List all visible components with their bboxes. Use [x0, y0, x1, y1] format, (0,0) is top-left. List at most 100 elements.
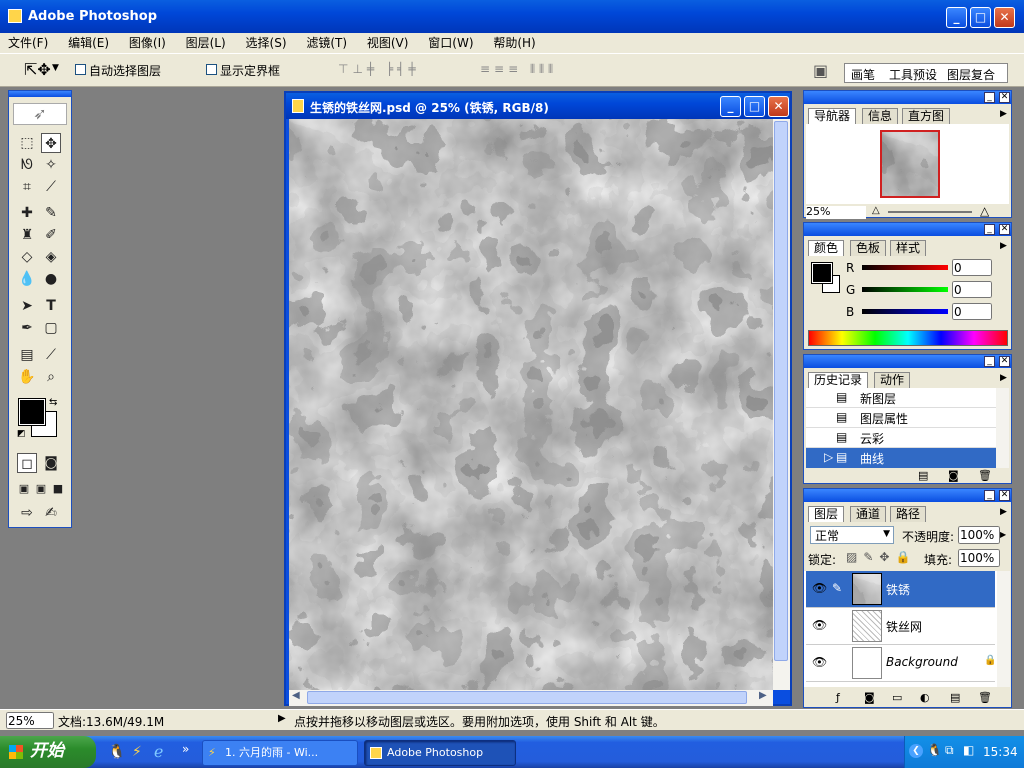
jump-to-imageready-icon[interactable]: ⇨: [17, 503, 37, 523]
scroll-left-icon[interactable]: ◀: [292, 690, 300, 701]
history-brush-tool-icon[interactable]: ✐: [41, 225, 61, 245]
marquee-tool-icon[interactable]: ⬚: [17, 133, 37, 153]
tab-histogram[interactable]: 直方图: [902, 108, 951, 124]
tab-styles[interactable]: 样式: [890, 240, 927, 256]
color-close-icon[interactable]: ✕: [999, 224, 1010, 235]
list-item[interactable]: ▤ 新图层: [806, 388, 996, 408]
color-spectrum-ramp[interactable]: [808, 330, 1008, 346]
tab-swatches[interactable]: 色板: [850, 240, 887, 256]
distribute-icons[interactable]: ≡≡≡ ⫴⫴⫴: [480, 62, 557, 77]
doc-minimize-button[interactable]: _: [720, 96, 741, 117]
channel-b-input[interactable]: [952, 303, 992, 320]
type-tool-icon[interactable]: T: [41, 296, 61, 316]
layers-minimize-icon[interactable]: _: [984, 490, 995, 501]
hand-tool-icon[interactable]: ✋: [17, 367, 37, 387]
channel-b-slider[interactable]: [862, 309, 948, 314]
swap-colors-icon[interactable]: ⇆: [49, 397, 57, 408]
tab-info[interactable]: 信息: [862, 108, 899, 124]
lasso-tool-icon[interactable]: ᘚ: [17, 155, 37, 175]
menu-filter[interactable]: 滤镜(T): [298, 33, 355, 53]
tab-history[interactable]: 历史记录: [808, 372, 869, 388]
doc-maximize-button[interactable]: □: [744, 96, 765, 117]
layer-row-rust[interactable]: 👁 ✎ 铁锈: [806, 571, 995, 608]
scroll-right-icon[interactable]: ▶: [759, 690, 767, 701]
history-close-icon[interactable]: ✕: [999, 356, 1010, 367]
volume-tray-icon[interactable]: ◧: [963, 743, 974, 757]
clone-stamp-tool-icon[interactable]: ♜: [17, 225, 37, 245]
menu-window[interactable]: 窗口(W): [420, 33, 481, 53]
zoom-tool-icon[interactable]: ⌕: [41, 367, 61, 387]
opacity-input[interactable]: [958, 526, 1000, 544]
panel-menu-arrow-icon[interactable]: ▶: [1000, 241, 1007, 251]
menu-edit[interactable]: 编辑(E): [60, 33, 117, 53]
zoom-slider[interactable]: [888, 211, 972, 213]
pen-tool-icon[interactable]: ✒: [17, 318, 37, 338]
history-minimize-icon[interactable]: _: [984, 356, 995, 367]
panel-menu-arrow-icon[interactable]: ▶: [1000, 507, 1007, 517]
tab-layers[interactable]: 图层: [808, 506, 845, 522]
doc-close-button[interactable]: ✕: [768, 96, 789, 117]
paint-bucket-tool-icon[interactable]: ◈: [41, 247, 61, 267]
color-fg-swatch[interactable]: [811, 262, 833, 284]
layer-row-background[interactable]: 👁 Background 🔒: [806, 645, 996, 682]
navigator-zoom-field[interactable]: 25%: [806, 206, 866, 219]
layer-row-wire-mesh[interactable]: 👁 铁丝网: [806, 608, 995, 645]
tab-paths[interactable]: 路径: [890, 506, 927, 522]
screen-mode-full-icon[interactable]: ■: [48, 479, 68, 499]
path-selection-tool-icon[interactable]: ➤: [17, 296, 37, 316]
layers-scrollbar[interactable]: [997, 571, 1010, 687]
adjustment-layer-icon[interactable]: ◐: [920, 691, 930, 704]
delete-layer-icon[interactable]: 🗑: [978, 691, 992, 704]
document-size[interactable]: 文档:13.6M/49.1M: [58, 713, 164, 730]
menu-image[interactable]: 图像(I): [121, 33, 174, 53]
new-layer-icon[interactable]: ▤: [950, 691, 960, 704]
notes-tool-icon[interactable]: ▤: [17, 345, 37, 365]
canvas-rusty-texture[interactable]: [289, 119, 773, 690]
tab-layer-comps[interactable]: 图层复合: [947, 66, 995, 83]
start-button[interactable]: 开始: [0, 736, 96, 768]
ie-icon[interactable]: ℯ: [154, 742, 163, 761]
move-tool-icon[interactable]: ✥: [41, 133, 61, 153]
layer-style-icon[interactable]: ƒ: [836, 691, 840, 704]
opacity-arrow-icon[interactable]: ▶: [1000, 530, 1006, 539]
history-scrollbar[interactable]: [996, 388, 1009, 468]
task-button-music[interactable]: ⚡ 1. 六月的雨 - Wi...: [202, 740, 358, 766]
tab-brushes[interactable]: 画笔: [851, 66, 875, 83]
eye-icon[interactable]: 👁: [812, 581, 827, 595]
healing-brush-tool-icon[interactable]: ✚: [17, 203, 37, 223]
quick-mask-mode-icon[interactable]: ◙: [41, 453, 61, 473]
magic-wand-tool-icon[interactable]: ✧: [41, 155, 61, 175]
palette-well-icon[interactable]: ▣: [813, 61, 828, 80]
auto-select-checkbox[interactable]: [75, 64, 86, 75]
layers-close-icon[interactable]: ✕: [999, 490, 1010, 501]
zoom-out-icon[interactable]: △: [872, 205, 880, 216]
dodge-tool-icon[interactable]: ●: [41, 269, 61, 289]
foreground-color-swatch[interactable]: [18, 398, 46, 426]
tray-expand-icon[interactable]: ❮: [909, 744, 923, 758]
channel-g-slider[interactable]: [862, 287, 948, 292]
list-item[interactable]: ▤ 图层属性: [806, 408, 996, 428]
align-icons[interactable]: ⊤⊥╪ ╞╡╪: [338, 62, 420, 76]
quick-launch-more-icon[interactable]: »: [182, 742, 189, 756]
tool-preset-dropdown-icon[interactable]: ▼: [52, 63, 59, 73]
eye-icon[interactable]: 👁: [812, 655, 827, 669]
blur-tool-icon[interactable]: 💧: [17, 269, 37, 289]
zoom-in-icon[interactable]: △: [980, 204, 989, 218]
panel-menu-arrow-icon[interactable]: ▶: [1000, 373, 1007, 383]
maximize-button[interactable]: □: [970, 7, 991, 28]
list-item[interactable]: ▤ 云彩: [806, 428, 996, 448]
slice-tool-icon[interactable]: ⟋: [41, 177, 61, 197]
new-document-icon[interactable]: ▤: [918, 469, 928, 482]
menu-layer[interactable]: 图层(L): [178, 33, 234, 53]
menu-help[interactable]: 帮助(H): [485, 33, 543, 53]
tab-color[interactable]: 颜色: [808, 240, 845, 256]
panel-menu-arrow-icon[interactable]: ▶: [1000, 109, 1007, 119]
standard-mode-icon[interactable]: ◻: [17, 453, 37, 473]
eyedropper-tool-icon[interactable]: ⟋: [41, 345, 61, 365]
qq-icon[interactable]: 🐧: [108, 744, 125, 760]
tab-actions[interactable]: 动作: [874, 372, 911, 388]
fill-input[interactable]: [958, 549, 1000, 567]
brush-link-icon[interactable]: ✎: [832, 581, 842, 595]
layer-mask-icon[interactable]: ◙: [864, 691, 875, 704]
horizontal-scrollbar[interactable]: ◀ ▶: [289, 690, 773, 706]
